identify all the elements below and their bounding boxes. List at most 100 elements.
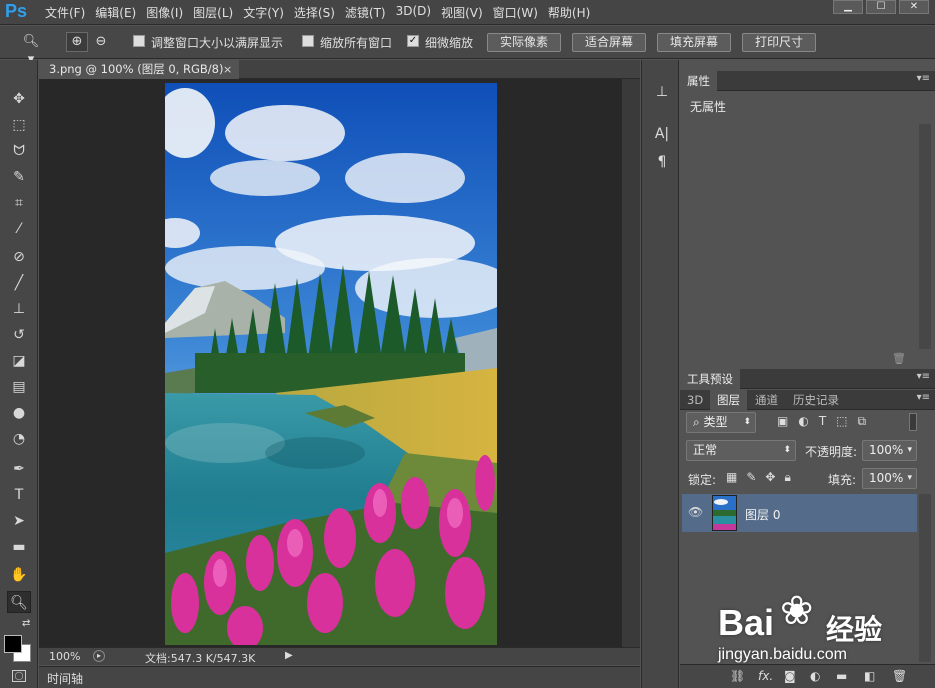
lock-transparent-icon[interactable]: ▦ (726, 470, 746, 484)
hand-tool-icon[interactable]: ✋ (7, 564, 31, 586)
lock-image-icon[interactable]: ✎ (746, 470, 765, 484)
new-layer-icon[interactable]: ◧ (864, 669, 875, 683)
swap-colors-icon[interactable]: ⇄ (22, 618, 30, 629)
menu-select[interactable]: 选择(S) (289, 4, 340, 21)
type-tool-icon[interactable]: T (7, 484, 31, 506)
scrubby-zoom-checkbox[interactable]: ✓ (407, 35, 419, 47)
quick-selection-tool-icon[interactable]: ✎ (7, 166, 31, 188)
layer-filter-dropdown[interactable]: ⌕ 类型 ⬍ (686, 412, 756, 433)
adjustment-layer-icon[interactable]: ◐ (810, 669, 820, 683)
quick-mask-icon[interactable]: ◯ (12, 670, 26, 682)
menu-help[interactable]: 帮助(H) (543, 4, 595, 21)
close-icon[interactable]: ✕ (899, 0, 929, 14)
lock-icons: ▦✎✥🔒︎ (726, 470, 800, 485)
lock-all-icon[interactable]: 🔒︎ (784, 470, 799, 484)
timeline-panel: 时间轴 (39, 666, 640, 688)
pen-tool-icon[interactable]: ✒ (7, 458, 31, 480)
menu-filter[interactable]: 滤镜(T) (340, 4, 391, 21)
rectangle-tool-icon[interactable]: ▬ (7, 536, 31, 558)
tab-history[interactable]: 历史记录 (786, 390, 846, 410)
new-group-icon[interactable]: ▬ (836, 669, 847, 683)
menu-3d[interactable]: 3D(D) (391, 4, 436, 21)
crop-tool-icon[interactable]: ⌗ (7, 192, 31, 214)
document-area: 3.png @ 100% (图层 0, RGB/8) × 100% ▸ 文档:5… (39, 60, 640, 665)
link-layers-icon[interactable]: ⛓ (730, 669, 745, 683)
menu-view[interactable]: 视图(V) (436, 4, 488, 21)
zoom-all-windows-checkbox[interactable] (302, 35, 314, 47)
filter-adjustment-icon[interactable]: ◐ (798, 414, 818, 428)
zoom-tool-icon[interactable]: 🔍︎ (7, 591, 31, 613)
clone-stamp-tool-icon[interactable]: ⊥ (7, 298, 31, 320)
properties-tab[interactable]: 属性 (680, 71, 717, 91)
menu-window[interactable]: 窗口(W) (488, 4, 543, 21)
tab-3d[interactable]: 3D (680, 390, 710, 410)
filter-pixel-icon[interactable]: ▣ (777, 414, 798, 428)
trash-icon[interactable]: 🗑 (892, 352, 906, 365)
paw-icon: ❀ (780, 588, 814, 634)
filter-type-icon[interactable]: T (819, 414, 836, 428)
menu-image[interactable]: 图像(I) (141, 4, 188, 21)
paragraph-panel-icon[interactable]: ¶ (652, 154, 672, 174)
foreground-color-swatch[interactable] (4, 635, 22, 653)
panel-menu-icon[interactable]: ▾≡ (917, 371, 930, 382)
filter-smart-object-icon[interactable]: ⧉ (858, 414, 877, 428)
gradient-tool-icon[interactable]: ▤ (7, 376, 31, 398)
marquee-tool-icon[interactable]: ⬚ (7, 114, 31, 136)
layer-thumbnail (712, 495, 737, 531)
fx-icon[interactable]: fx. (758, 669, 773, 683)
actual-pixels-button[interactable]: 实际像素 (487, 33, 561, 52)
eraser-tool-icon[interactable]: ◪ (7, 350, 31, 372)
zoom-level[interactable]: 100% (49, 650, 80, 663)
zoom-in-icon[interactable]: ⊕ (66, 32, 88, 52)
path-selection-tool-icon[interactable]: ➤ (7, 510, 31, 532)
menu-file[interactable]: 文件(F) (40, 4, 90, 21)
history-brush-tool-icon[interactable]: ↺ (7, 324, 31, 346)
document-canvas[interactable] (165, 83, 497, 645)
brush-tool-icon[interactable]: ╱ (7, 272, 31, 294)
layers-scrollbar[interactable] (919, 494, 931, 662)
resize-windows-checkbox[interactable] (133, 35, 145, 47)
move-tool-icon[interactable]: ✥ (7, 88, 31, 110)
zoom-tool-preset-icon[interactable]: 🔍︎▾ (20, 32, 42, 67)
fit-screen-button[interactable]: 适合屏幕 (572, 33, 646, 52)
status-expand-icon[interactable]: ▶ (285, 650, 293, 661)
menu-type[interactable]: 文字(Y) (238, 4, 289, 21)
document-vertical-scrollbar[interactable] (622, 79, 640, 647)
delete-layer-icon[interactable]: 🗑 (892, 669, 907, 683)
add-mask-icon[interactable]: ◙ (784, 669, 796, 683)
lasso-tool-icon[interactable]: ᗢ (7, 140, 31, 162)
zoom-out-icon[interactable]: ⊖ (90, 32, 112, 52)
fill-input[interactable]: 100% ▾ (862, 468, 917, 489)
character-panel-icon[interactable]: A| (652, 126, 672, 146)
filter-shape-icon[interactable]: ⬚ (836, 414, 857, 428)
properties-scrollbar[interactable] (919, 124, 931, 349)
eyedropper-tool-icon[interactable]: ⁄ (7, 218, 31, 240)
blend-mode-dropdown[interactable]: 正常 ⬍ (686, 440, 796, 461)
filter-toggle[interactable] (909, 413, 917, 431)
main-menu: 文件(F) 编辑(E) 图像(I) 图层(L) 文字(Y) 选择(S) 滤镜(T… (40, 4, 595, 21)
eye-icon[interactable]: 👁︎ (688, 505, 703, 519)
close-tab-icon[interactable]: × (223, 60, 232, 79)
minimize-icon[interactable]: ▁ (833, 0, 863, 14)
tab-channels[interactable]: 通道 (748, 390, 785, 410)
dodge-tool-icon[interactable]: ◔ (7, 428, 31, 450)
lock-position-icon[interactable]: ✥ (765, 470, 784, 484)
opacity-input[interactable]: 100% ▾ (862, 440, 917, 461)
status-menu-icon[interactable]: ▸ (93, 650, 105, 662)
fill-screen-button[interactable]: 填充屏幕 (657, 33, 731, 52)
menu-edit[interactable]: 编辑(E) (90, 4, 141, 21)
menu-layer[interactable]: 图层(L) (188, 4, 238, 21)
panel-menu-icon[interactable]: ▾≡ (917, 392, 930, 403)
healing-brush-tool-icon[interactable]: ⊘ (7, 246, 31, 268)
tab-layers[interactable]: 图层 (710, 390, 747, 410)
timeline-tab[interactable]: 时间轴 (47, 670, 83, 687)
clone-source-icon[interactable]: ⊥ (652, 84, 672, 104)
tool-presets-tab[interactable]: 工具预设 (680, 369, 740, 389)
layer-name[interactable]: 图层 0 (745, 506, 780, 523)
maximize-icon[interactable]: ☐ (866, 0, 896, 14)
document-tab[interactable]: 3.png @ 100% (图层 0, RGB/8) (39, 60, 239, 79)
print-size-button[interactable]: 打印尺寸 (742, 33, 816, 52)
panel-menu-icon[interactable]: ▾≡ (917, 73, 930, 84)
blur-tool-icon[interactable]: ● (7, 402, 31, 424)
layer-row[interactable]: 👁︎ 图层 0 (682, 494, 917, 532)
